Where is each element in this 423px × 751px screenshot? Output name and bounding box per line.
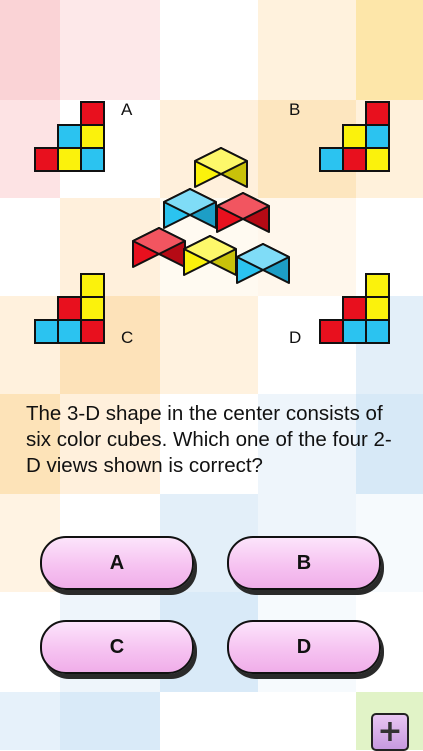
view-c-diagram xyxy=(34,273,105,344)
cube-red-back xyxy=(216,192,270,233)
answer-button-a[interactable]: A xyxy=(40,536,194,590)
view-label-a: A xyxy=(121,100,133,119)
cube-yellow-top xyxy=(194,147,248,188)
cube-blue-back xyxy=(163,188,217,229)
question-text: The 3-D shape in the center consists of … xyxy=(26,402,392,477)
view-label-c: C xyxy=(121,328,134,347)
cube-red-left xyxy=(132,227,186,268)
view-a-diagram xyxy=(34,101,105,172)
cube-yellow-front xyxy=(183,235,237,276)
3d-cube-shape xyxy=(132,147,290,284)
view-label-d: D xyxy=(289,328,302,347)
answer-button-c[interactable]: C xyxy=(40,620,194,674)
view-b-diagram xyxy=(319,101,390,172)
view-d-diagram xyxy=(319,273,390,344)
answer-button-b[interactable]: B xyxy=(227,536,381,590)
cube-blue-right xyxy=(236,243,290,284)
plus-icon: + xyxy=(377,714,403,749)
plus-button[interactable]: + xyxy=(371,713,409,751)
answer-button-d[interactable]: D xyxy=(227,620,381,674)
view-label-b: B xyxy=(289,100,301,119)
